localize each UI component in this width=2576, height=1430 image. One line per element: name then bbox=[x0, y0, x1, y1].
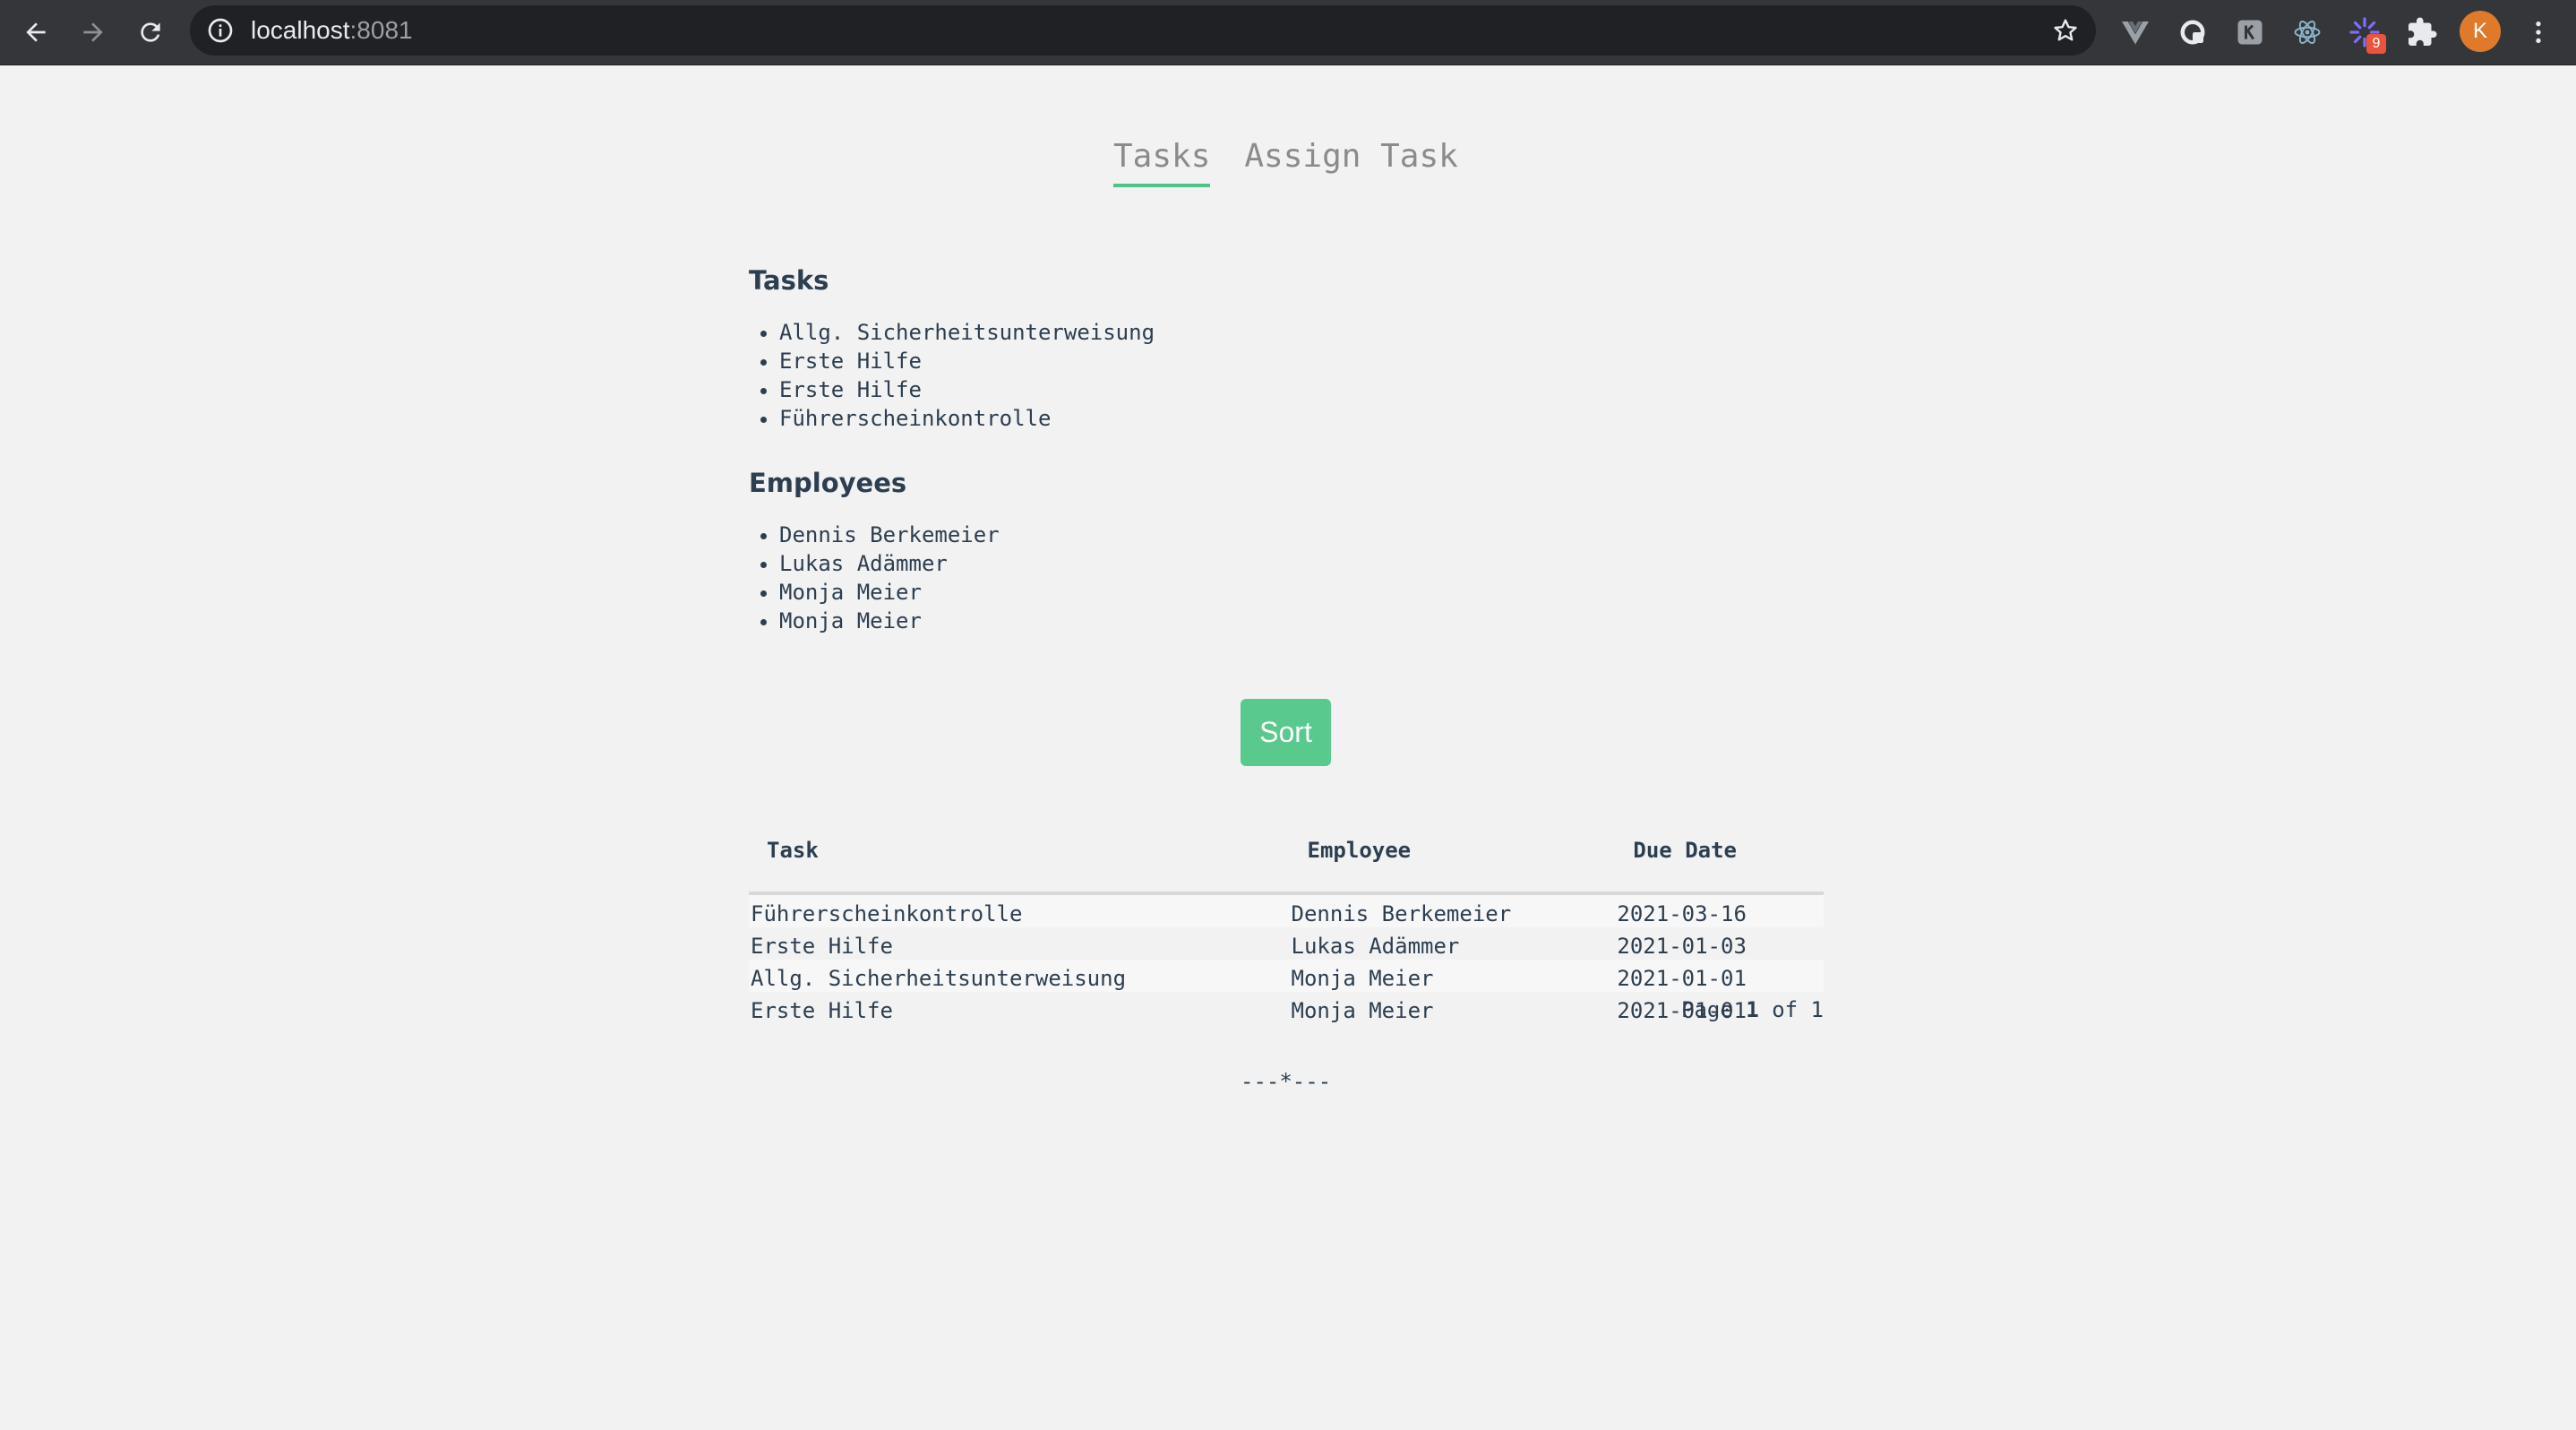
column-header-due-date[interactable]: Due Date bbox=[1615, 829, 1824, 895]
employees-list: Dennis Berkemeier Lukas Adämmer Monja Me… bbox=[749, 521, 1824, 635]
cell-task: Allg. Sicherheitsunterweisung bbox=[749, 960, 1290, 992]
cell-employee: Dennis Berkemeier bbox=[1289, 893, 1616, 927]
page: Tasks Assign Task Tasks Allg. Sicherheits… bbox=[0, 65, 2576, 1430]
puzzle-icon bbox=[2409, 17, 2437, 46]
browser-toolbar: localhost:8081 9 K bbox=[0, 0, 2576, 65]
table-row: Führerscheinkontrolle Dennis Berkemeier … bbox=[749, 893, 1824, 927]
tasks-heading: Tasks bbox=[749, 265, 829, 296]
cell-task: Führerscheinkontrolle bbox=[749, 893, 1290, 927]
react-devtools-extension[interactable] bbox=[2289, 14, 2325, 50]
main-nav: Tasks Assign Task bbox=[1113, 137, 1492, 191]
badge-extension[interactable]: 9 bbox=[2347, 14, 2386, 54]
lock-globe-icon bbox=[2180, 20, 2205, 45]
bookmark-star-icon[interactable] bbox=[2051, 16, 2080, 45]
footer-divider: ---*--- bbox=[1241, 1069, 1332, 1094]
list-item: Erste Hilfe bbox=[779, 347, 1824, 375]
list-item: Lukas Adämmer bbox=[779, 549, 1824, 578]
forward-arrow-icon bbox=[83, 22, 103, 42]
list-item: Allg. Sicherheitsunterweisung bbox=[779, 318, 1824, 347]
extension-badge: 9 bbox=[2366, 34, 2386, 54]
pager-current-page: 1 bbox=[1746, 997, 1759, 1022]
list-item: Dennis Berkemeier bbox=[779, 521, 1824, 549]
pagination: Page 1 of 1 bbox=[749, 997, 1824, 1022]
url-text: localhost:8081 bbox=[251, 16, 413, 44]
assignments-table: Task Employee Due Date Führerscheinkontr… bbox=[749, 829, 1824, 1024]
back-button[interactable] bbox=[16, 13, 56, 52]
pager-total-pages: 1 bbox=[1810, 997, 1824, 1022]
cell-task: Erste Hilfe bbox=[749, 927, 1290, 960]
cell-due-date: 2021-03-16 bbox=[1615, 893, 1824, 927]
profile-avatar[interactable]: K bbox=[2460, 11, 2501, 52]
table-row: Allg. Sicherheitsunterweisung Monja Meie… bbox=[749, 960, 1824, 992]
back-arrow-icon bbox=[26, 22, 46, 42]
list-item: Erste Hilfe bbox=[779, 375, 1824, 404]
tasks-list: Allg. Sicherheitsunterweisung Erste Hilf… bbox=[749, 318, 1824, 433]
list-item: Monja Meier bbox=[779, 607, 1824, 635]
extensions-menu-button[interactable] bbox=[2404, 14, 2440, 50]
list-item: Führerscheinkontrolle bbox=[779, 404, 1824, 433]
sort-button[interactable]: Sort bbox=[1241, 699, 1331, 766]
pager-sep: of bbox=[1772, 997, 1799, 1022]
table-header-row: Task Employee Due Date bbox=[749, 829, 1824, 895]
cell-due-date: 2021-01-03 bbox=[1615, 927, 1824, 960]
info-icon[interactable] bbox=[206, 16, 235, 45]
browser-menu-button[interactable] bbox=[2520, 14, 2556, 50]
address-bar[interactable]: localhost:8081 bbox=[190, 5, 2096, 56]
table-row: Erste Hilfe Lukas Adämmer 2021-01-03 bbox=[749, 927, 1824, 960]
cell-due-date: 2021-01-01 bbox=[1615, 960, 1824, 992]
pager-prefix: Page bbox=[1681, 997, 1733, 1022]
password-manager-extension[interactable] bbox=[2175, 14, 2211, 50]
employees-heading: Employees bbox=[749, 468, 907, 498]
reload-button[interactable] bbox=[131, 13, 170, 52]
k-extension[interactable] bbox=[2232, 14, 2268, 50]
reload-icon bbox=[141, 22, 160, 42]
k-square-icon bbox=[2237, 20, 2263, 45]
list-item: Monja Meier bbox=[779, 578, 1824, 607]
column-header-employee[interactable]: Employee bbox=[1289, 829, 1616, 895]
column-header-task[interactable]: Task bbox=[749, 829, 1290, 895]
summary-lists: Tasks Allg. Sicherheitsunterweisung Erst… bbox=[749, 263, 1824, 668]
assignments-table-wrapper: Task Employee Due Date Führerscheinkontr… bbox=[749, 829, 1824, 1024]
more-vertical-icon bbox=[2536, 22, 2541, 43]
vue-logo-icon bbox=[2122, 22, 2149, 45]
cell-employee: Monja Meier bbox=[1289, 960, 1616, 992]
cell-employee: Lukas Adämmer bbox=[1289, 927, 1616, 960]
tab-assign-task[interactable]: Assign Task bbox=[1244, 137, 1457, 177]
forward-button[interactable] bbox=[73, 13, 113, 52]
vue-devtools-extension[interactable] bbox=[2117, 14, 2153, 50]
atom-icon bbox=[2294, 21, 2321, 44]
tab-tasks[interactable]: Tasks bbox=[1113, 137, 1211, 187]
